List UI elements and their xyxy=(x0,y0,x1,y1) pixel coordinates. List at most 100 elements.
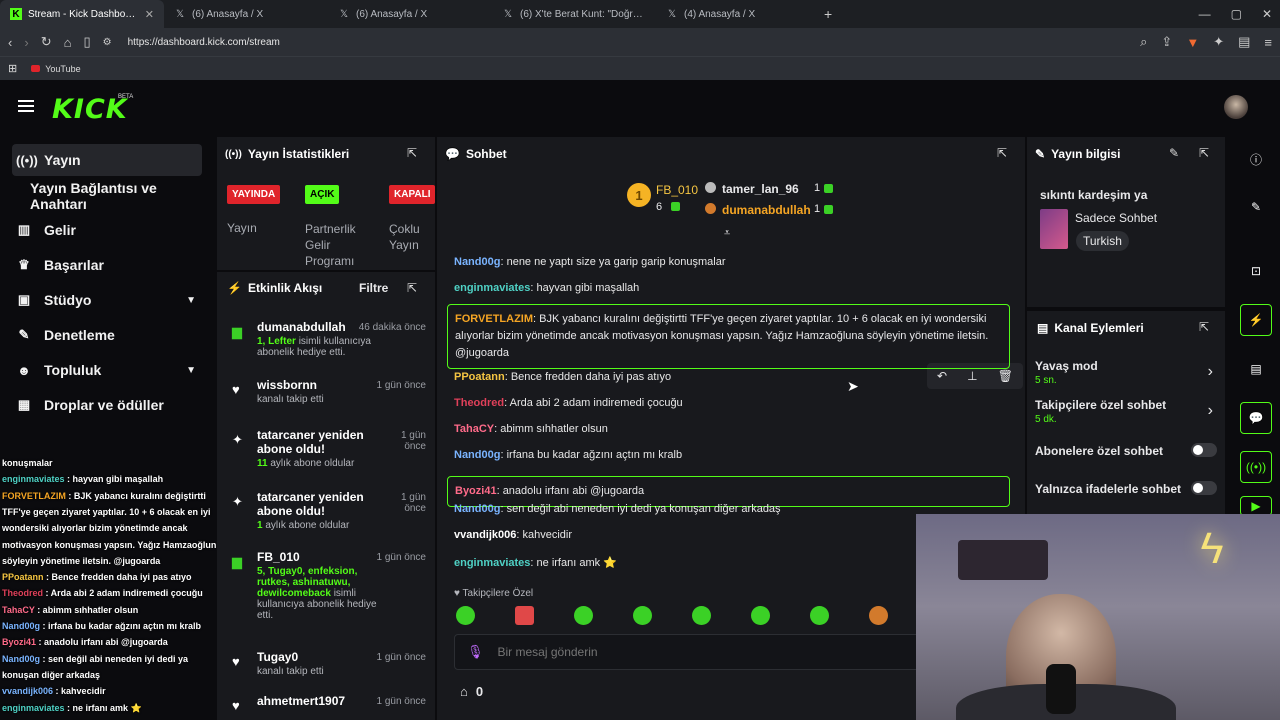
chat-username[interactable]: Byozi41 xyxy=(455,485,497,497)
emote-only-toggle[interactable] xyxy=(1191,481,1217,495)
chat-message[interactable]: vvandijk006: kahvecidir xyxy=(454,529,572,541)
sidebar-item-basarilar[interactable]: ♛ Başarılar xyxy=(12,249,202,281)
tab-x-4[interactable]: 𝕏 (4) Anasayfa / X xyxy=(656,0,820,28)
chat-username[interactable]: TahaCY xyxy=(454,423,494,435)
emote-icon[interactable] xyxy=(751,606,770,625)
capture-icon[interactable]: ⊡ xyxy=(1240,255,1272,287)
popout-icon[interactable]: ⇱ xyxy=(997,146,1007,160)
broadcast-rail-icon[interactable]: ((•)) xyxy=(1240,451,1272,483)
emote-icon[interactable] xyxy=(692,606,711,625)
category-name[interactable]: Sadece Sohbet xyxy=(1075,211,1157,225)
sidebar-item-denetleme[interactable]: ✎ Denetleme xyxy=(12,319,202,351)
close-tab-icon[interactable]: ✕ xyxy=(145,8,154,21)
edit-pen-icon[interactable]: ✎ xyxy=(1240,191,1272,223)
leader-name[interactable]: tamer_lan_96 xyxy=(722,182,799,196)
emote-icon[interactable] xyxy=(574,606,593,625)
feed-username[interactable]: FB_010 xyxy=(257,550,392,564)
popout-icon[interactable]: ⇱ xyxy=(407,281,417,295)
popout-icon[interactable]: ⇱ xyxy=(1199,320,1209,334)
reply-icon[interactable]: ↶ xyxy=(937,369,947,383)
chat-message[interactable]: Nand00g: sen değil abi neneden iyi dedi … xyxy=(454,503,781,515)
chat-username[interactable]: vvandijk006 xyxy=(454,529,516,541)
feed-username[interactable]: Tugay0 xyxy=(257,650,392,664)
feed-username[interactable]: ahmetmert1907 xyxy=(257,694,392,708)
menu-hamburger-icon[interactable] xyxy=(18,100,34,112)
channel-points[interactable]: ⌂ 0 xyxy=(460,684,483,699)
user-avatar[interactable] xyxy=(1224,95,1248,119)
zoom-icon[interactable]: ⌕ xyxy=(1140,34,1147,50)
tab-x-2[interactable]: 𝕏 (6) Anasayfa / X xyxy=(328,0,492,28)
brave-shield-icon[interactable]: ▼ xyxy=(1186,35,1199,50)
chat-username[interactable]: Theodred xyxy=(454,397,504,409)
forward-icon[interactable]: › xyxy=(24,35,28,50)
emote-icon[interactable] xyxy=(515,606,534,625)
delete-icon[interactable]: 🗑 xyxy=(998,369,1013,383)
chat-message[interactable]: enginmaviates: ne irfanı amk ⭐ xyxy=(454,556,617,569)
apps-icon[interactable]: ⊞ xyxy=(8,62,17,75)
expand-leaderboard-icon[interactable]: ⩡ xyxy=(724,227,730,240)
chat-message-highlighted[interactable]: FORVETLAZIM: BJK yabancı kuralını değişt… xyxy=(447,304,1010,369)
tab-kick-dashboard[interactable]: K Stream - Kick Dashboard ✕ xyxy=(0,0,164,28)
chat-username[interactable]: enginmaviates xyxy=(454,557,530,569)
activity-rail-icon[interactable]: ⚡ xyxy=(1240,304,1272,336)
chat-message[interactable]: Theodred: Arda abi 2 adam indiremedi çoc… xyxy=(454,397,683,409)
chat-rail-icon[interactable]: 💬 xyxy=(1240,402,1272,434)
leader-name[interactable]: FB_010 xyxy=(656,183,698,197)
chat-message[interactable]: Nand00g: irfana bu kadar ağzını açtın mı… xyxy=(454,449,682,461)
reload-icon[interactable]: ↻ xyxy=(41,34,52,50)
chat-message[interactable]: PPoatann: Bence fredden daha iyi pas atı… xyxy=(454,371,671,383)
minimize-icon[interactable]: — xyxy=(1199,7,1211,21)
edit-icon[interactable]: ✎ xyxy=(1169,146,1179,160)
slow-mode-row[interactable]: Yavaş mod 5 sn. › xyxy=(1035,359,1219,386)
microphone-icon[interactable]: 🎙 xyxy=(467,644,484,660)
chat-username[interactable]: PPoatann xyxy=(454,371,505,383)
tab-x-1[interactable]: 𝕏 (6) Anasayfa / X xyxy=(164,0,328,28)
camera-rail-icon[interactable]: ▶ xyxy=(1240,496,1272,516)
chat-message-input[interactable] xyxy=(497,645,878,659)
chat-message[interactable]: TahaCY: abimm sıhhatler olsun xyxy=(454,423,608,435)
url-field[interactable]: https://dashboard.kick.com/stream xyxy=(128,37,280,48)
site-settings-icon[interactable]: ⚙ xyxy=(103,37,112,48)
feed-username[interactable]: wissbornn xyxy=(257,378,392,392)
chat-username[interactable]: Nand00g xyxy=(454,449,500,461)
emote-icon[interactable] xyxy=(633,606,652,625)
emote-icon[interactable] xyxy=(869,606,888,625)
sidebar-item-topluluk[interactable]: ☻ Topluluk ▼ xyxy=(12,354,202,386)
new-tab-icon[interactable]: + xyxy=(824,6,832,22)
popout-icon[interactable]: ⇱ xyxy=(407,146,417,160)
sidebar-item-droplar[interactable]: ▦ Droplar ve ödüller xyxy=(12,389,202,421)
pin-icon[interactable]: ⊥ xyxy=(967,369,977,383)
followers-only-row[interactable]: Takipçilere özel sohbet 5 dk. › xyxy=(1035,398,1219,425)
chat-username[interactable]: enginmaviates xyxy=(454,282,530,294)
popout-icon[interactable]: ⇱ xyxy=(1199,146,1209,160)
sidebar-item-stream-key[interactable]: Yayın Bağlantısı ve Anahtarı xyxy=(26,180,216,212)
sidebar-item-gelir[interactable]: ▥ Gelir xyxy=(12,214,202,246)
maximize-icon[interactable]: ▢ xyxy=(1231,7,1242,21)
close-window-icon[interactable]: ✕ xyxy=(1262,7,1272,21)
filter-button[interactable]: Filtre xyxy=(359,281,388,295)
chat-username[interactable]: Nand00g xyxy=(454,503,500,515)
emote-icon[interactable] xyxy=(810,606,829,625)
bookmark-icon[interactable]: ▯ xyxy=(83,34,90,50)
chat-username[interactable]: Nand00g xyxy=(454,256,500,268)
feed-username[interactable]: tatarcaner yeniden abone oldu! xyxy=(257,428,377,456)
emote-icon[interactable] xyxy=(456,606,475,625)
share-icon[interactable]: ⇪ xyxy=(1161,34,1172,50)
leader-name[interactable]: dumanabdullah xyxy=(722,203,811,217)
kick-logo[interactable]: KICK xyxy=(52,94,128,125)
subscribers-only-toggle[interactable] xyxy=(1191,443,1217,457)
chat-message[interactable]: Nand00g: nene ne yaptı size ya garip gar… xyxy=(454,256,726,268)
sidebar-item-yayin[interactable]: ((•)) Yayın xyxy=(12,144,202,176)
chat-message[interactable]: enginmaviates: hayvan gibi maşallah xyxy=(454,282,639,294)
menu-icon[interactable]: ≡ xyxy=(1264,35,1272,50)
sidebar-toggle-icon[interactable]: ▤ xyxy=(1238,34,1250,50)
notes-icon[interactable]: ▤ xyxy=(1240,353,1272,385)
home-icon[interactable]: ⌂ xyxy=(64,35,72,50)
sidebar-item-studyo[interactable]: ▣ Stüdyo ▼ xyxy=(12,284,202,316)
info-icon[interactable]: ⓘ xyxy=(1240,143,1272,175)
chat-username[interactable]: FORVETLAZIM xyxy=(455,313,533,325)
feed-username[interactable]: tatarcaner yeniden abone oldu! xyxy=(257,490,377,518)
extensions-icon[interactable]: ✦ xyxy=(1213,34,1224,50)
tab-x-3[interactable]: 𝕏 (6) X'te Berat Kunt: "Doğru bir hamle xyxy=(492,0,656,28)
back-icon[interactable]: ‹ xyxy=(8,35,12,50)
